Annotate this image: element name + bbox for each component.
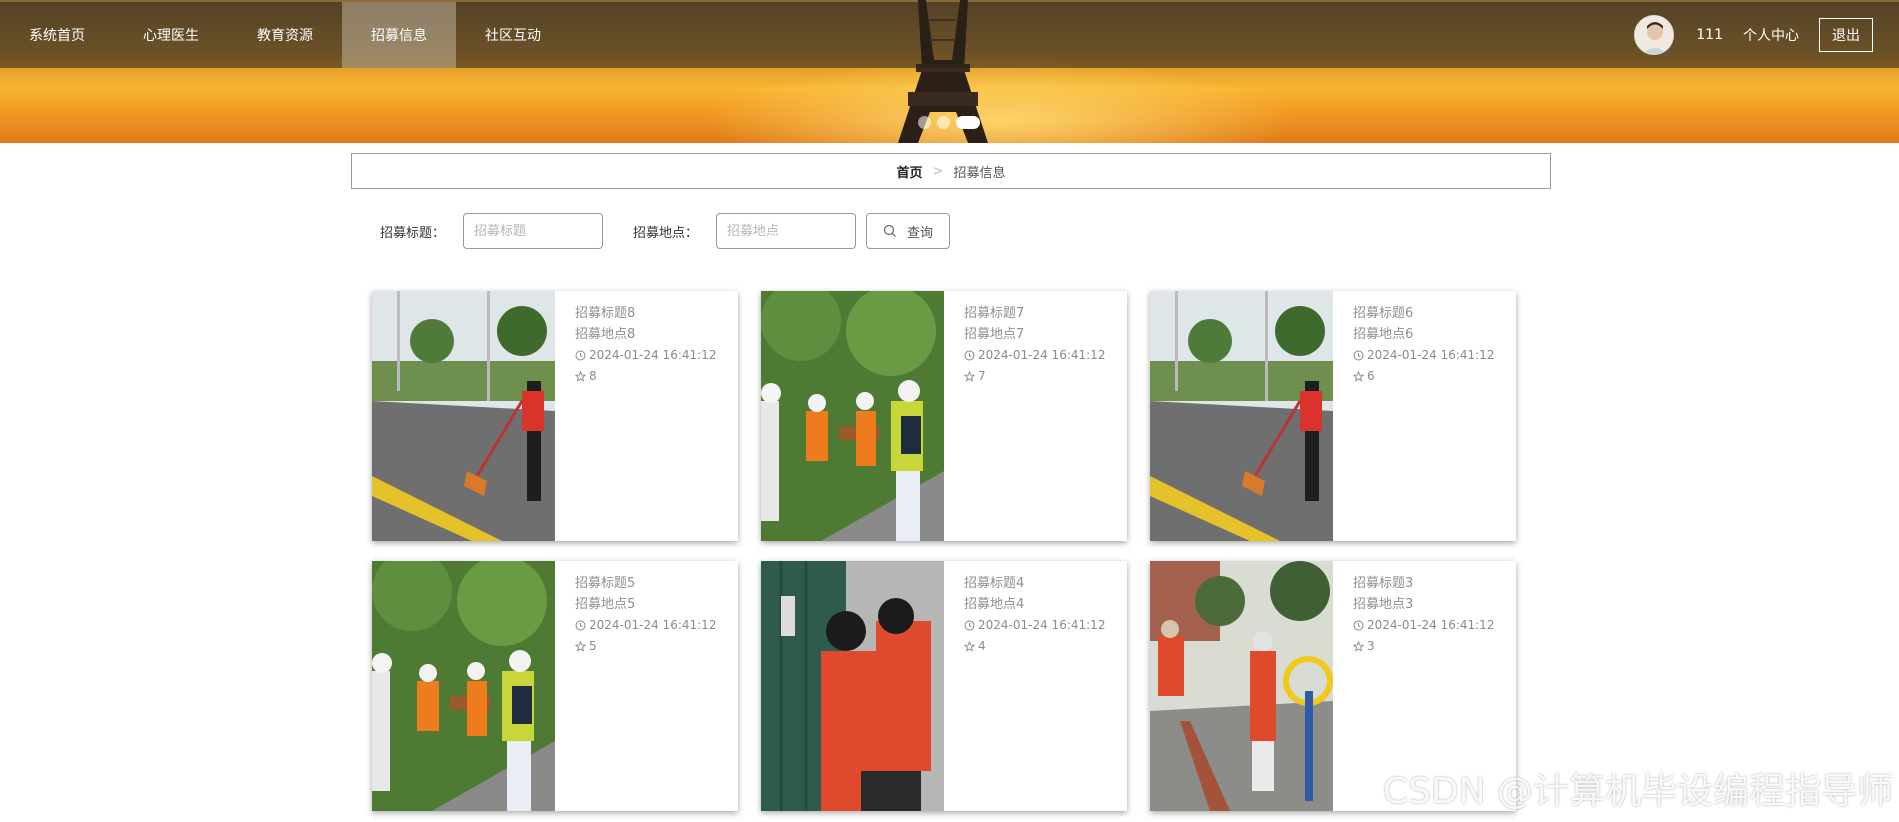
card-location: 招募地点3 — [1353, 597, 1414, 612]
card-photo — [761, 291, 944, 541]
card-time-value: 2024-01-24 16:41:12 — [589, 618, 717, 632]
card-photo — [372, 561, 555, 811]
card-title: 招募标题6 — [1353, 306, 1414, 321]
clock-icon — [1353, 350, 1364, 361]
breadcrumb-separator: > — [932, 163, 944, 179]
card-time-value: 2024-01-24 16:41:12 — [589, 348, 717, 362]
search-icon — [883, 224, 896, 237]
banner-carousel: 系统首页 心理医生 教育资源 招募信息 社区互动 111 个人中心 退出 — [0, 0, 1899, 143]
card-time: 2024-01-24 16:41:12 — [1353, 345, 1494, 366]
avatar-image — [1635, 16, 1674, 54]
card-time: 2024-01-24 16:41:12 — [575, 615, 716, 636]
star-icon — [575, 641, 586, 652]
card-stars: 7 — [964, 366, 1105, 387]
card-time: 2024-01-24 16:41:12 — [575, 345, 716, 366]
card-info: 招募标题7 招募地点7 2024-01-24 16:41:12 7 — [944, 291, 1105, 541]
clock-icon — [964, 350, 975, 361]
nav-item[interactable]: 心理医生 — [114, 2, 228, 68]
card-location: 招募地点6 — [1353, 327, 1414, 342]
card-stars-value: 3 — [1367, 639, 1375, 653]
card-stars-value: 4 — [978, 639, 986, 653]
card-time-value: 2024-01-24 16:41:12 — [978, 618, 1106, 632]
star-icon — [1353, 371, 1364, 382]
title-search-input[interactable] — [463, 213, 604, 249]
breadcrumb-home[interactable]: 首页 — [897, 162, 923, 181]
clock-icon — [1353, 620, 1364, 631]
card-photo — [761, 561, 944, 811]
card-time: 2024-01-24 16:41:12 — [1353, 615, 1494, 636]
personal-center-link[interactable]: 个人中心 — [1743, 25, 1799, 45]
logout-button[interactable]: 退出 — [1819, 18, 1873, 52]
card-photo — [1150, 561, 1333, 811]
card-stars: 4 — [964, 636, 1105, 657]
card-location: 招募地点5 — [575, 597, 636, 612]
card-title: 招募标题8 — [575, 306, 636, 321]
card-location: 招募地点4 — [964, 597, 1025, 612]
recruitment-card[interactable]: 招募标题8 招募地点8 2024-01-24 16:41:12 8 — [372, 291, 738, 541]
card-stars: 6 — [1353, 366, 1494, 387]
card-stars: 3 — [1353, 636, 1494, 657]
card-info: 招募标题6 招募地点6 2024-01-24 16:41:12 6 — [1333, 291, 1494, 541]
card-title: 招募标题4 — [964, 576, 1025, 591]
nav-item[interactable]: 教育资源 — [228, 2, 342, 68]
breadcrumb: 首页 > 招募信息 — [351, 153, 1551, 189]
search-bar: 招募标题： 招募地点： 查询 — [380, 213, 951, 249]
card-photo — [1150, 291, 1333, 541]
clock-icon — [575, 620, 586, 631]
card-stars: 5 — [575, 636, 716, 657]
card-time-value: 2024-01-24 16:41:12 — [978, 348, 1106, 362]
nav-item[interactable]: 系统首页 — [0, 2, 114, 68]
username-label: 111 — [1696, 27, 1723, 43]
card-info: 招募标题8 招募地点8 2024-01-24 16:41:12 8 — [555, 291, 716, 541]
recruitment-card[interactable]: 招募标题7 招募地点7 2024-01-24 16:41:12 7 — [761, 291, 1127, 541]
recruitment-card[interactable]: 招募标题5 招募地点5 2024-01-24 16:41:12 5 — [372, 561, 738, 811]
carousel-dot[interactable] — [918, 116, 931, 129]
recruitment-card[interactable]: 招募标题4 招募地点4 2024-01-24 16:41:12 4 — [761, 561, 1127, 811]
nav-item[interactable]: 社区互动 — [456, 2, 570, 68]
card-time: 2024-01-24 16:41:12 — [964, 615, 1105, 636]
query-button[interactable]: 查询 — [866, 213, 951, 249]
card-time: 2024-01-24 16:41:12 — [964, 345, 1105, 366]
card-stars-value: 8 — [589, 369, 597, 383]
card-location: 招募地点7 — [964, 327, 1025, 342]
card-stars-value: 6 — [1367, 369, 1375, 383]
watermark: CSDN @计算机毕设编程指导师 — [1382, 771, 1893, 812]
user-area: 111 个人中心 退出 — [1634, 2, 1873, 68]
card-title: 招募标题7 — [964, 306, 1025, 321]
clock-icon — [575, 350, 586, 361]
card-stars-value: 5 — [589, 639, 597, 653]
card-time-value: 2024-01-24 16:41:12 — [1367, 618, 1495, 632]
star-icon — [964, 641, 975, 652]
recruitment-card[interactable]: 招募标题6 招募地点6 2024-01-24 16:41:12 6 — [1150, 291, 1516, 541]
card-title: 招募标题3 — [1353, 576, 1414, 591]
carousel-indicators — [918, 116, 980, 129]
top-navbar: 系统首页 心理医生 教育资源 招募信息 社区互动 111 个人中心 退出 — [0, 2, 1899, 68]
carousel-dot[interactable] — [937, 116, 950, 129]
card-time-value: 2024-01-24 16:41:12 — [1367, 348, 1495, 362]
nav-item[interactable]: 招募信息 — [342, 2, 456, 68]
query-button-label: 查询 — [907, 225, 934, 241]
avatar[interactable] — [1634, 15, 1675, 55]
nav-menu: 系统首页 心理医生 教育资源 招募信息 社区互动 — [0, 2, 570, 68]
star-icon — [1353, 641, 1364, 652]
star-icon — [964, 371, 975, 382]
star-icon — [575, 371, 586, 382]
breadcrumb-current: 招募信息 — [953, 165, 1006, 181]
card-location: 招募地点8 — [575, 327, 636, 342]
carousel-dot-active[interactable] — [956, 116, 980, 129]
location-search-input[interactable] — [716, 213, 857, 249]
card-stars-value: 7 — [978, 369, 986, 383]
card-info: 招募标题4 招募地点4 2024-01-24 16:41:12 4 — [944, 561, 1105, 811]
location-search-label: 招募地点： — [633, 225, 699, 241]
card-title: 招募标题5 — [575, 576, 636, 591]
card-info: 招募标题5 招募地点5 2024-01-24 16:41:12 5 — [555, 561, 716, 811]
card-photo — [372, 291, 555, 541]
card-stars: 8 — [575, 366, 716, 387]
title-search-label: 招募标题： — [380, 225, 446, 241]
clock-icon — [964, 620, 975, 631]
